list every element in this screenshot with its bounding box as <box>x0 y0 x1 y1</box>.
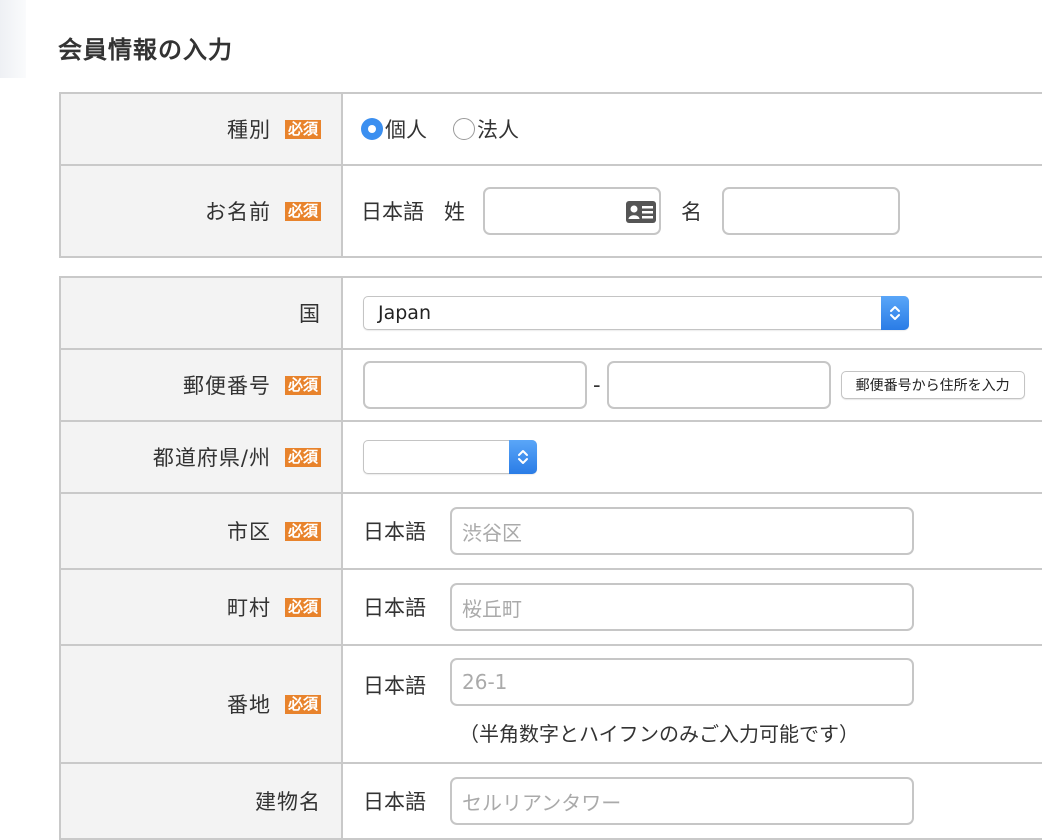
radio-individual[interactable] <box>361 118 383 140</box>
building-language-label: 日本語 <box>363 790 426 814</box>
last-name-label: 姓 <box>444 200 465 224</box>
postal-code-separator: - <box>593 373 601 397</box>
last-name-input[interactable] <box>483 187 661 235</box>
address-input[interactable]: 26-1 <box>450 658 914 706</box>
town-label: 町村 <box>226 596 271 620</box>
radio-corporation-label[interactable]: 法人 <box>477 114 519 144</box>
required-badge: 必須 <box>284 597 321 617</box>
building-value-cell: 日本語 セルリアンタワー <box>343 764 1042 838</box>
building-input[interactable]: セルリアンタワー <box>450 777 914 825</box>
address-note: （半角数字とハイフンのみご入力可能です） <box>459 722 859 746</box>
postal-code-part2-input[interactable] <box>606 361 831 409</box>
country-label-cell: 国 <box>61 278 343 348</box>
row-name: お名前 必須 日本語 姓 名 <box>61 166 1042 258</box>
type-value-cell: 個人 法人 <box>343 94 1042 164</box>
prefecture-value-cell <box>343 422 1042 492</box>
town-placeholder: 桜丘町 <box>462 596 522 621</box>
prefecture-select[interactable] <box>363 440 537 474</box>
select-arrows <box>881 296 909 330</box>
chevron-up-down-icon <box>890 306 900 320</box>
name-value-cell: 日本語 姓 名 <box>343 166 1042 256</box>
required-badge: 必須 <box>284 119 321 139</box>
row-country: 国 Japan <box>61 278 1042 350</box>
city-input[interactable]: 渋谷区 <box>450 507 914 555</box>
row-building: 建物名 日本語 セルリアンタワー <box>61 764 1042 840</box>
town-label-cell: 町村 必須 <box>61 570 343 644</box>
required-badge: 必須 <box>284 375 321 395</box>
type-label-cell: 種別 必須 <box>61 94 343 164</box>
first-name-label: 名 <box>681 200 702 224</box>
address-input-line: 日本語 26-1 <box>363 658 914 706</box>
country-select[interactable]: Japan <box>363 296 909 330</box>
address-label-cell: 番地 必須 <box>61 646 343 762</box>
address-language-label: 日本語 <box>363 674 426 698</box>
name-language-label: 日本語 <box>361 200 424 224</box>
row-type: 種別 必須 個人 法人 <box>61 94 1042 166</box>
postal-code-value-cell: - 郵便番号から住所を入力 <box>343 350 1042 420</box>
town-value-cell: 日本語 桜丘町 <box>343 570 1042 644</box>
member-type-name-table: 種別 必須 個人 法人 お名前 必須 日本語 姓 名 <box>59 92 1042 258</box>
row-postal-code: 郵便番号 必須 - 郵便番号から住所を入力 <box>61 350 1042 422</box>
country-value-cell: Japan <box>343 278 1042 348</box>
city-language-label: 日本語 <box>363 520 426 544</box>
name-label-cell: お名前 必須 <box>61 166 343 256</box>
radio-individual-label[interactable]: 個人 <box>385 114 427 144</box>
name-label: お名前 <box>204 200 271 224</box>
row-city: 市区 必須 日本語 渋谷区 <box>61 494 1042 570</box>
city-value-cell: 日本語 渋谷区 <box>343 494 1042 568</box>
building-placeholder: セルリアンタワー <box>462 790 622 815</box>
row-address: 番地 必須 日本語 26-1 （半角数字とハイフンのみご入力可能です） <box>61 646 1042 764</box>
prefecture-label-cell: 都道府県/州 必須 <box>61 422 343 492</box>
city-label-cell: 市区 必須 <box>61 494 343 568</box>
building-label-cell: 建物名 <box>61 764 343 838</box>
required-badge: 必須 <box>284 521 321 541</box>
postal-lookup-button[interactable]: 郵便番号から住所を入力 <box>840 371 1025 399</box>
building-label: 建物名 <box>255 790 321 814</box>
address-placeholder: 26-1 <box>462 670 508 694</box>
select-arrows <box>509 440 537 474</box>
row-prefecture: 都道府県/州 必須 <box>61 422 1042 494</box>
type-label: 種別 <box>226 118 271 142</box>
chevron-up-down-icon <box>518 450 528 464</box>
radio-selected-dot <box>368 125 376 133</box>
address-table: 国 Japan 郵便番号 必須 - 郵便番号から住所を入力 都道府県/州 必須 … <box>59 276 1042 840</box>
required-badge: 必須 <box>284 201 321 221</box>
address-value-cell: 日本語 26-1 （半角数字とハイフンのみご入力可能です） <box>343 646 1042 762</box>
city-placeholder: 渋谷区 <box>462 520 522 545</box>
contact-card-icon[interactable] <box>625 200 657 224</box>
postal-code-part1-input[interactable] <box>363 361 587 409</box>
country-selected-value: Japan <box>378 302 431 324</box>
city-label: 市区 <box>226 520 271 544</box>
address-label: 番地 <box>226 693 271 717</box>
postal-code-label-cell: 郵便番号 必須 <box>61 350 343 420</box>
town-language-label: 日本語 <box>363 596 426 620</box>
prefecture-label: 都道府県/州 <box>152 446 271 470</box>
town-input[interactable]: 桜丘町 <box>450 583 914 631</box>
page-title: 会員情報の入力 <box>58 36 233 64</box>
radio-corporation[interactable] <box>453 118 475 140</box>
required-badge: 必須 <box>284 694 321 714</box>
postal-code-label: 郵便番号 <box>182 374 271 398</box>
country-label: 国 <box>299 302 321 326</box>
row-town: 町村 必須 日本語 桜丘町 <box>61 570 1042 646</box>
first-name-input[interactable] <box>722 187 900 235</box>
left-edge-shade <box>0 0 26 78</box>
required-badge: 必須 <box>284 447 321 467</box>
